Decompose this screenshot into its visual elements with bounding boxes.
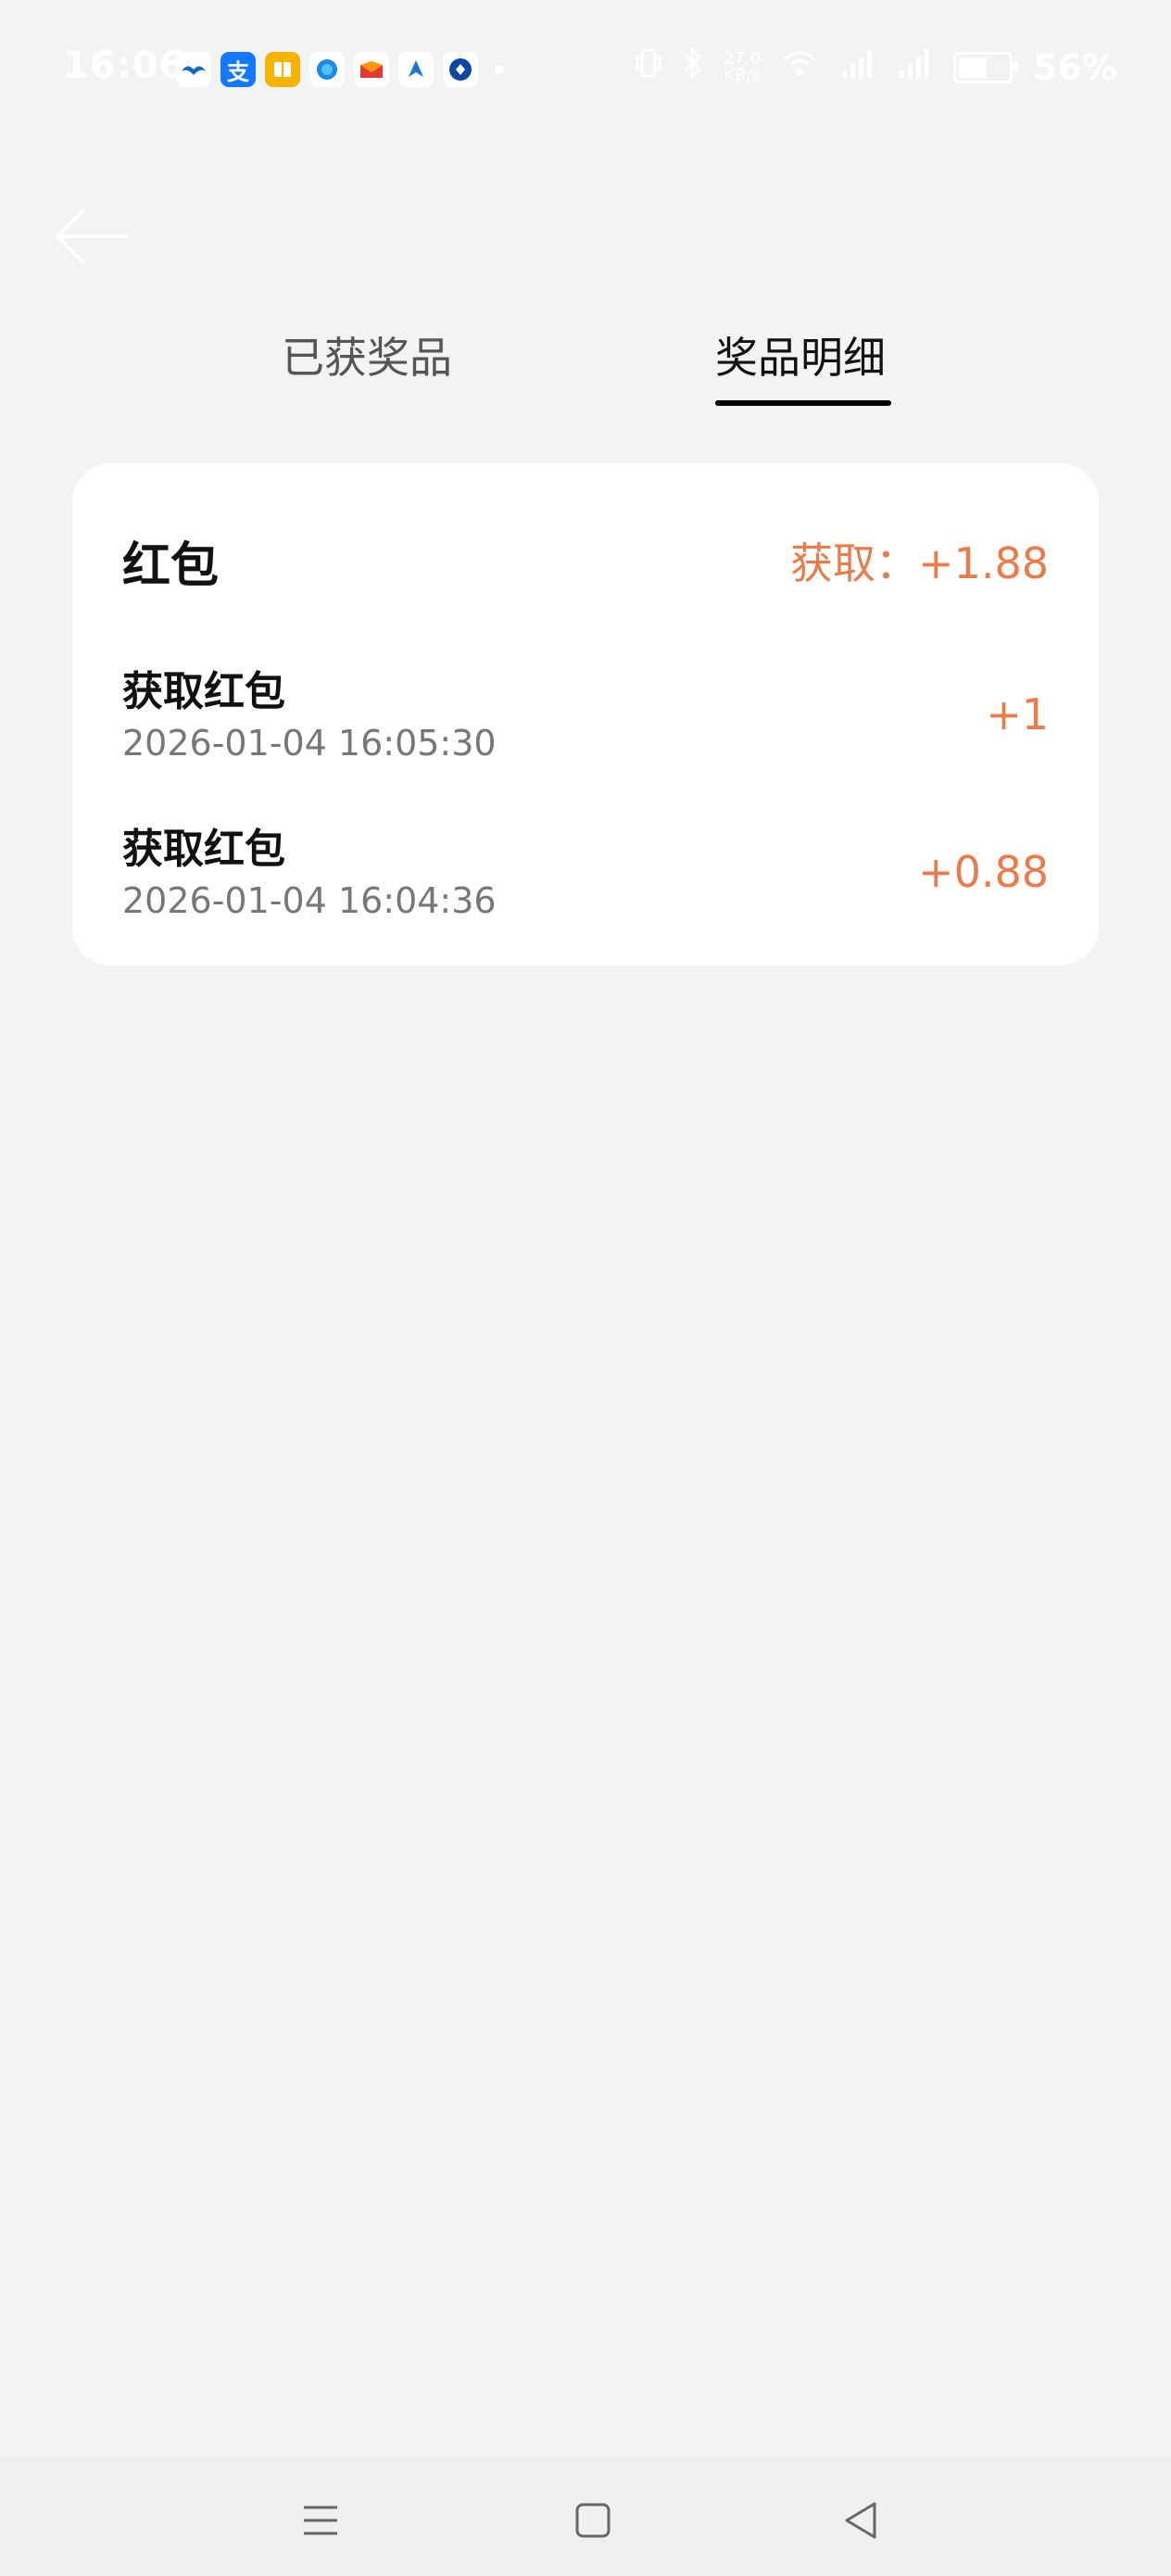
- card-total: 获取：+1.88: [790, 538, 1049, 588]
- list-item: 获取红包 2026-01-04 16:05:30 +1: [122, 658, 1049, 778]
- status-bar: 16:06 支 27.0 KB/s 56%: [0, 0, 1171, 139]
- more-notifications-dot: [495, 65, 504, 74]
- network-speed-unit: KB/s: [724, 65, 761, 85]
- back-nav-button[interactable]: [834, 2493, 889, 2548]
- back-button[interactable]: [52, 204, 132, 269]
- network-speed-value: 27.0: [723, 48, 762, 69]
- home-icon: [575, 2503, 611, 2538]
- battery-percent: 56%: [1033, 46, 1117, 88]
- mail-app-icon: [354, 52, 389, 87]
- active-tab-indicator: [715, 400, 891, 406]
- network-speed: 27.0 KB/s: [723, 48, 762, 85]
- home-button[interactable]: [565, 2493, 621, 2548]
- system-nav-bar: [0, 2456, 1171, 2576]
- record-title: 获取红包: [122, 668, 285, 715]
- bluetooth-icon: [683, 45, 703, 88]
- record-amount: +1: [986, 689, 1049, 739]
- back-triangle-icon: [845, 2502, 876, 2539]
- tab-won-prizes[interactable]: 已获奖品: [282, 324, 452, 385]
- tab-prize-details[interactable]: 奖品明细: [715, 324, 886, 385]
- menu-icon: [304, 2506, 337, 2535]
- map-app-icon: [398, 52, 434, 87]
- signal-icon-1: [838, 46, 875, 88]
- vibrate-icon: [635, 46, 662, 88]
- alipay-icon: 支: [220, 52, 256, 87]
- menu-button[interactable]: [293, 2493, 348, 2548]
- system-icons: 27.0 KB/s 56%: [635, 45, 1117, 88]
- red-packet-card: 红包 获取：+1.88 获取红包 2026-01-04 16:05:30 +1 …: [72, 463, 1099, 966]
- list-item: 获取红包 2026-01-04 16:04:36 +0.88: [122, 815, 1049, 936]
- status-time: 16:06: [63, 44, 186, 87]
- card-title: 红包: [122, 538, 220, 594]
- record-title: 获取红包: [122, 826, 285, 873]
- record-amount: +0.88: [918, 847, 1049, 897]
- bird-app-icon: [176, 52, 211, 87]
- record-time: 2026-01-04 16:05:30: [122, 723, 497, 764]
- browser-icon: [309, 52, 345, 87]
- wifi-icon: [781, 48, 818, 86]
- signal-icon-2: [896, 46, 933, 88]
- record-time: 2026-01-04 16:04:36: [122, 880, 497, 921]
- notification-icons: 支: [176, 52, 504, 87]
- battery-icon: [953, 51, 1019, 83]
- arrow-left-icon: [56, 208, 128, 264]
- book-app-icon: [265, 52, 300, 87]
- bank-app-icon: [443, 52, 478, 87]
